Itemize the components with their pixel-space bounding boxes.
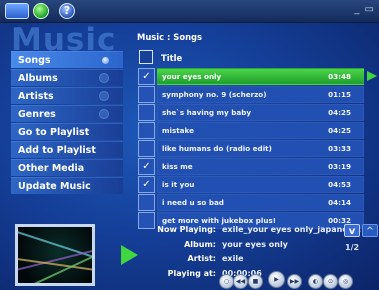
playing-at-label: Playing at: (167, 269, 216, 278)
album-label: Album: (184, 240, 216, 249)
song-checkbox[interactable] (138, 104, 155, 121)
song-duration: 04:25 (328, 108, 351, 117)
title-column-header: Title (161, 53, 183, 63)
song-row[interactable]: symphony no. 9 (scherzo) 01:15 (157, 86, 364, 103)
menu-item-genres[interactable]: Genres (11, 105, 123, 122)
menu-item-add-to-playlist[interactable]: Add to Playlist (11, 141, 123, 158)
song-title: is it you (162, 180, 195, 189)
menu-item-albums[interactable]: Albums (11, 69, 123, 86)
page-down-icon[interactable]: v (344, 224, 360, 237)
menu-item-artists[interactable]: Artists (11, 87, 123, 104)
song-checkbox[interactable] (138, 194, 155, 211)
top-toolbar: ? _ ▭ (0, 0, 379, 23)
media-player-window: ? _ ▭ Music Songs Albums Artists Genres … (0, 0, 379, 290)
artist-label: Artist: (187, 254, 217, 263)
menu-item-label: Add to Playlist (18, 145, 96, 156)
song-title: i need u so bad (162, 198, 224, 207)
fast-forward-button[interactable]: ▶▶ (287, 274, 302, 289)
music-menu: Songs Albums Artists Genres Go to Playli… (11, 51, 123, 195)
menu-item-label: Genres (18, 109, 56, 120)
song-row[interactable]: like humans do (radio edit) 03:33 (157, 140, 364, 157)
song-checkbox[interactable] (138, 86, 155, 103)
song-row[interactable]: i need u so bad 04:14 (157, 194, 364, 211)
play-button[interactable]: ▶ (268, 271, 285, 288)
now-playing-file: exile_your eyes only_japanese. (222, 225, 362, 234)
song-title: like humans do (radio edit) (162, 144, 272, 153)
menu-item-label: Go to Playlist (18, 127, 90, 138)
mute-button[interactable]: ◐ (308, 274, 323, 289)
select-all-checkbox[interactable] (139, 50, 153, 64)
window-controls[interactable]: _ ▭ (354, 4, 375, 15)
song-checkbox[interactable]: ✓ (138, 176, 155, 193)
song-row[interactable]: she`s having my baby 04:25 (157, 104, 364, 121)
song-title: kiss me (162, 162, 193, 171)
page-up-icon[interactable]: ^ (362, 224, 378, 237)
breadcrumb: Music : Songs (137, 32, 203, 42)
song-duration: 03:19 (328, 162, 351, 171)
selection-indicator (102, 57, 109, 64)
menu-item-label: Artists (18, 91, 54, 102)
menu-indicator (99, 73, 109, 83)
menu-item-label: Songs (18, 55, 51, 66)
song-duration: 01:15 (328, 90, 351, 99)
play-arrow-icon[interactable] (367, 71, 377, 81)
song-checkbox[interactable] (138, 140, 155, 157)
song-duration: 04:25 (328, 126, 351, 135)
song-checkbox[interactable]: ✓ (138, 158, 155, 175)
song-title: she`s having my baby (162, 108, 252, 117)
song-duration: 03:33 (328, 144, 351, 153)
song-row[interactable]: is it you 04:53 (157, 176, 364, 193)
song-checkbox[interactable]: ✓ (138, 68, 155, 85)
song-checkboxes: ✓ ✓ ✓ (138, 68, 155, 230)
home-icon[interactable] (5, 3, 29, 19)
song-row[interactable]: kiss me 03:19 (157, 158, 364, 175)
menu-indicator (99, 109, 109, 119)
song-title: get more with jukebox plus! (162, 216, 277, 225)
song-duration: 04:53 (328, 180, 351, 189)
song-title: symphony no. 9 (scherzo) (162, 90, 267, 99)
now-playing-label: Now Playing: (157, 225, 216, 234)
menu-item-label: Other Media (18, 163, 85, 174)
song-duration: 03:48 (328, 72, 351, 81)
volume-up-button[interactable]: ◎ (338, 274, 353, 289)
transport-controls: ○ ◀◀ ■ ▶ ▶▶ ◐ ⊙ ◎ (219, 271, 379, 290)
page-indicator: 1/2 (345, 243, 360, 252)
song-row[interactable]: your eyes only 03:48 (157, 68, 364, 85)
menu-item-go-to-playlist[interactable]: Go to Playlist (11, 123, 123, 140)
menu-item-update-music[interactable]: Update Music (11, 177, 123, 194)
menu-item-label: Albums (18, 73, 58, 84)
shuffle-button[interactable]: ○ (219, 274, 234, 289)
song-list: your eyes only 03:48 symphony no. 9 (sche… (157, 68, 364, 230)
album-art (15, 224, 95, 286)
stop-button[interactable]: ■ (248, 274, 263, 289)
menu-item-songs[interactable]: Songs (11, 51, 123, 68)
song-title: your eyes only (162, 72, 222, 81)
song-row[interactable]: mistake 04:25 (157, 122, 364, 139)
song-title: mistake (162, 126, 194, 135)
menu-item-other-media[interactable]: Other Media (11, 159, 123, 176)
volume-down-button[interactable]: ⊙ (323, 274, 338, 289)
menu-item-label: Update Music (18, 181, 91, 192)
artist-value: exile (222, 254, 244, 263)
rewind-button[interactable]: ◀◀ (233, 274, 248, 289)
song-duration: 04:14 (328, 198, 351, 207)
start-icon[interactable] (33, 3, 49, 19)
help-icon[interactable]: ? (59, 3, 75, 19)
menu-indicator (99, 91, 109, 101)
large-play-icon[interactable] (121, 245, 138, 265)
song-checkbox[interactable] (138, 122, 155, 139)
album-value: your eyes only (222, 240, 288, 249)
